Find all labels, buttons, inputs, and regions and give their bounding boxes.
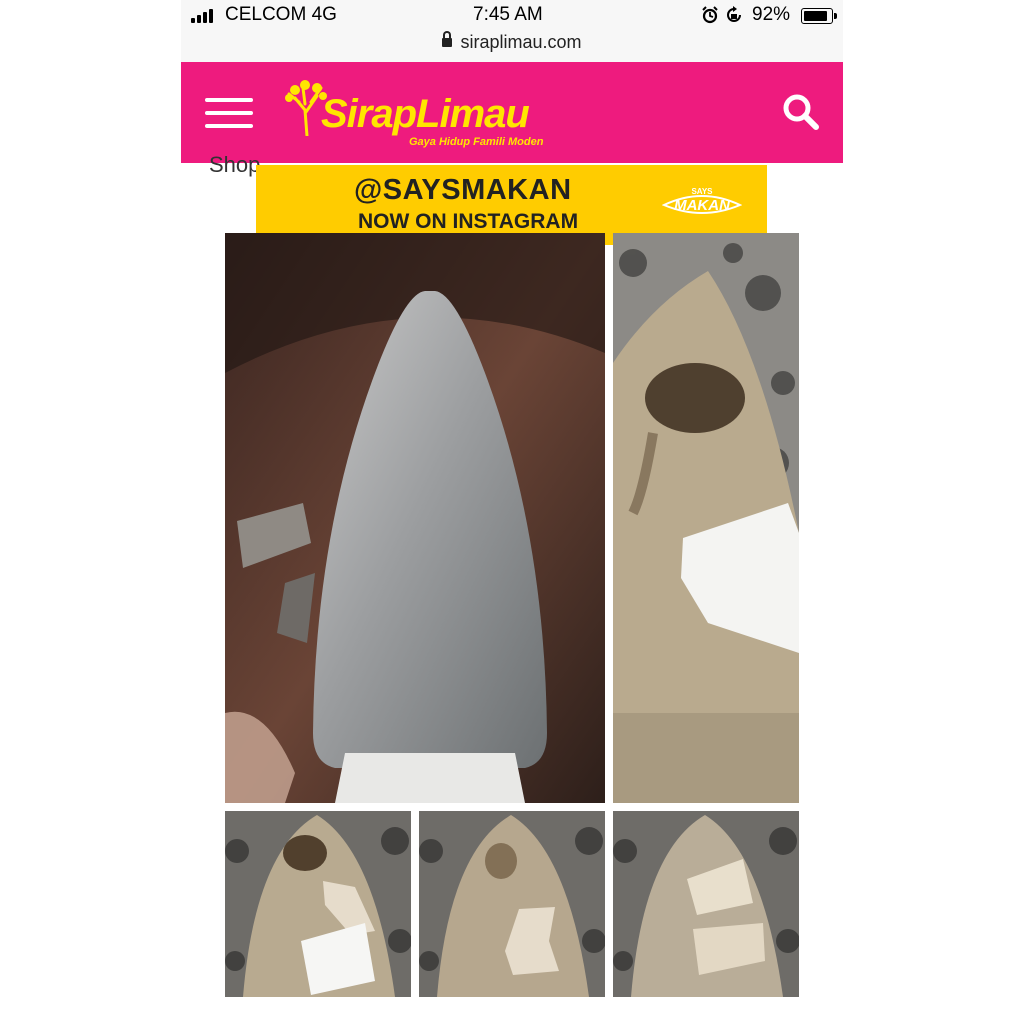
alarm-icon [702, 6, 718, 24]
photo-step-2[interactable] [419, 811, 605, 997]
url-text: siraplimau.com [460, 32, 582, 52]
signal-icon [191, 9, 217, 23]
site-header: SirapLimau Gaya Hidup Famili Moden [181, 62, 843, 163]
badge-small-text: SAYS [691, 187, 713, 196]
ad-headline: @SAYSMAKAN [354, 174, 572, 206]
hamburger-menu-icon[interactable] [205, 96, 253, 130]
search-icon[interactable] [781, 92, 821, 132]
photo-dirty-iron-sponge[interactable] [613, 233, 799, 803]
lock-icon [442, 31, 453, 47]
logo-tagline: Gaya Hidup Famili Moden [409, 136, 544, 148]
logo-text: SirapLimau [321, 92, 530, 136]
article-text-partial: Shop [209, 152, 261, 177]
battery-percentage: 92% [752, 4, 791, 25]
badge-text: MAKAN [674, 197, 730, 214]
rotation-lock-icon [727, 6, 741, 22]
site-logo[interactable]: SirapLimau Gaya Hidup Famili Moden [285, 78, 555, 148]
ad-subheadline: NOW ON INSTAGRAM [358, 210, 579, 233]
battery-icon [801, 8, 837, 24]
carrier-label: CELCOM 4G [225, 4, 337, 25]
status-bar: CELCOM 4G 7:45 AM 92% siraplimau.com [181, 0, 843, 62]
phone-screen: CELCOM 4G 7:45 AM 92% siraplimau.com Sir… [181, 0, 843, 1024]
clock: 7:45 AM [473, 4, 543, 25]
photo-step-1[interactable] [225, 811, 411, 997]
says-makan-logo: SAYS MAKAN [662, 187, 742, 221]
photo-step-3[interactable] [613, 811, 799, 997]
photo-clean-iron[interactable] [225, 233, 605, 803]
address-bar[interactable]: siraplimau.com [181, 31, 843, 53]
